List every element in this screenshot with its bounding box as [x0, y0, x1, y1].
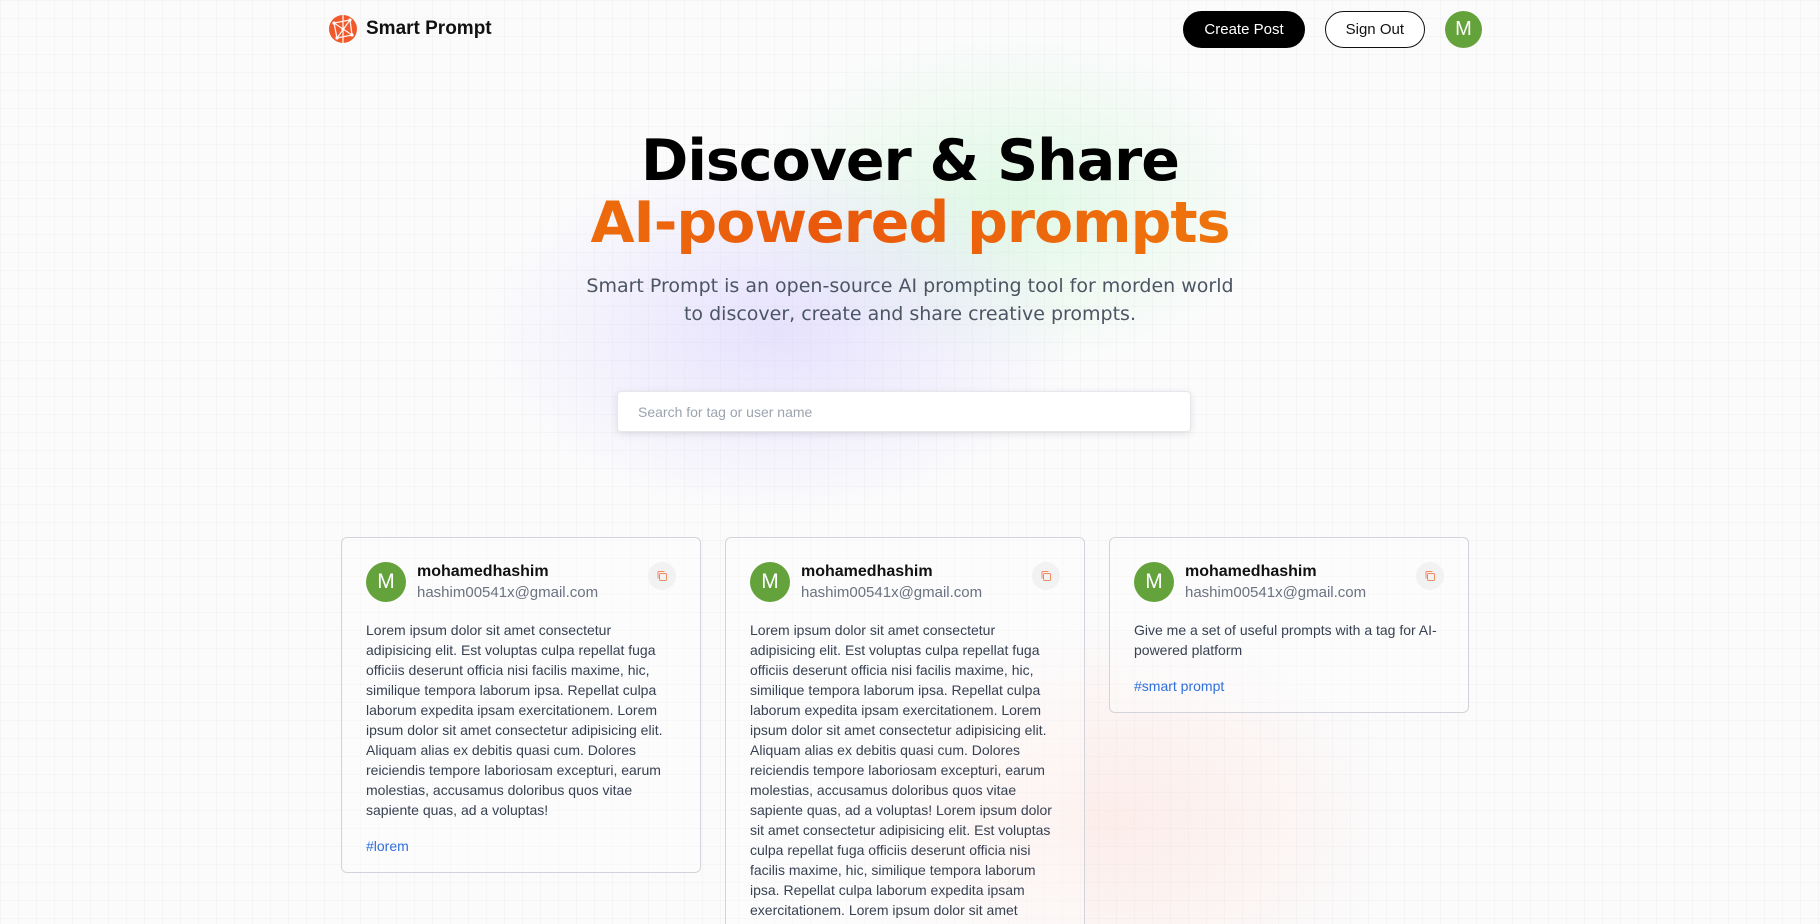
- prompt-text: Give me a set of useful prompts with a t…: [1134, 622, 1437, 658]
- headline-line-1: Discover & Share: [641, 128, 1180, 194]
- copy-button[interactable]: [1416, 562, 1444, 590]
- hero-subtitle: Smart Prompt is an open-source AI prompt…: [586, 275, 1234, 325]
- nav-actions: Create Post Sign Out M: [1183, 10, 1482, 48]
- prompt-card: Mmohamedhashim hashim00541x@gmail.com Lore…: [341, 537, 701, 873]
- hero-headline: Discover & Share AI-powered prompts: [0, 130, 1820, 254]
- author-info[interactable]: mohamedhashim hashim00541x@gmail.com: [1185, 562, 1416, 604]
- card-header: Mmohamedhashim hashim00541x@gmail.com: [366, 562, 676, 604]
- prompt-card: Mmohamedhashim hashim00541x@gmail.com Lore…: [725, 537, 1085, 924]
- sign-out-button[interactable]: Sign Out: [1324, 10, 1425, 48]
- author-avatar[interactable]: M: [750, 562, 790, 602]
- prompt-tag[interactable]: #smart prompt: [1134, 676, 1224, 696]
- top-navbar: Smart Prompt Create Post Sign Out M: [328, 10, 1482, 48]
- copy-icon: [1041, 571, 1051, 581]
- card-header: Mmohamedhashim hashim00541x@gmail.com: [750, 562, 1060, 604]
- headline-accent: AI-powered prompts: [0, 192, 1820, 254]
- brand-name: Smart Prompt: [366, 18, 492, 39]
- brand-link[interactable]: Smart Prompt: [328, 14, 492, 44]
- prompt-text: Lorem ipsum dolor sit amet consectetur a…: [366, 622, 663, 818]
- author-username: mohamedhashim: [417, 563, 549, 580]
- prompt-text: Lorem ipsum dolor sit amet consectetur a…: [750, 622, 1052, 918]
- card-header: Mmohamedhashim hashim00541x@gmail.com: [1134, 562, 1444, 604]
- author-avatar[interactable]: M: [1134, 562, 1174, 602]
- prompt-card: Mmohamedhashim hashim00541x@gmail.com Give…: [1109, 537, 1469, 713]
- author-email: hashim00541x@gmail.com: [801, 584, 983, 601]
- copy-button[interactable]: [1032, 562, 1060, 590]
- author-username: mohamedhashim: [801, 563, 933, 580]
- logo-icon: [329, 15, 357, 43]
- copy-icon: [1425, 571, 1435, 581]
- author-avatar[interactable]: M: [366, 562, 406, 602]
- author-info[interactable]: mohamedhashim hashim00541x@gmail.com: [417, 562, 648, 604]
- create-post-button[interactable]: Create Post: [1183, 10, 1305, 48]
- search-input[interactable]: [617, 391, 1191, 432]
- prompt-tag[interactable]: #lorem: [366, 836, 409, 856]
- author-username: mohamedhashim: [1185, 563, 1317, 580]
- copy-button[interactable]: [648, 562, 676, 590]
- author-email: hashim00541x@gmail.com: [1185, 584, 1367, 601]
- copy-icon: [657, 571, 667, 581]
- author-email: hashim00541x@gmail.com: [417, 584, 599, 601]
- profile-avatar[interactable]: M: [1445, 10, 1482, 48]
- hero-section: Discover & Share AI-powered prompts Smar…: [0, 130, 1820, 328]
- author-info[interactable]: mohamedhashim hashim00541x@gmail.com: [801, 562, 1032, 604]
